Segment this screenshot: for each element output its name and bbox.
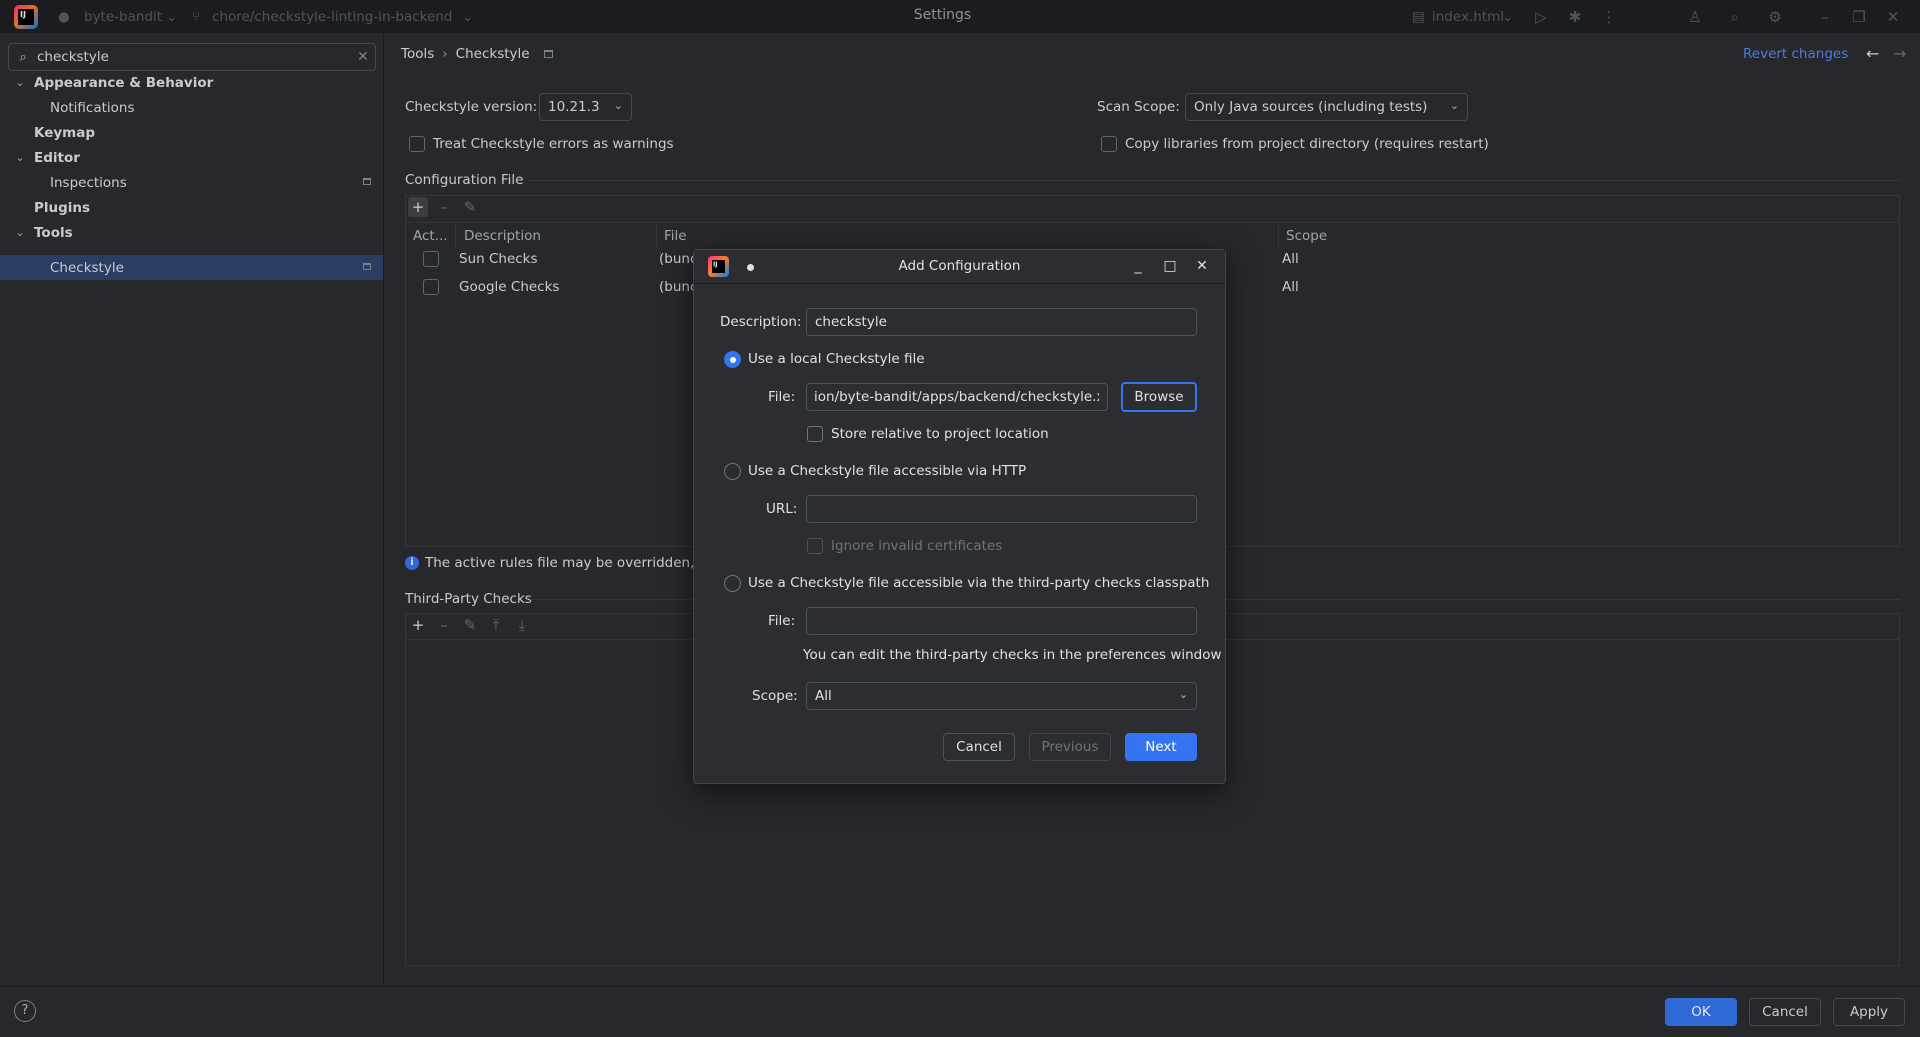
http-option-label: Use a Checkstyle file accessible via HTT… (748, 463, 1027, 479)
scope-value: All (815, 688, 832, 704)
local-file-label: File: (768, 389, 796, 405)
scope-label: Scope: (752, 688, 798, 704)
next-button[interactable]: Next (1125, 733, 1197, 761)
http-file-radio[interactable] (724, 463, 741, 480)
url-input[interactable] (806, 495, 1197, 523)
classpath-file-radio[interactable] (724, 575, 741, 592)
close-dialog-icon[interactable]: ✕ (1192, 256, 1212, 276)
local-file-radio[interactable] (724, 351, 741, 368)
scope-select[interactable]: All ⌄ (806, 682, 1197, 710)
chevron-down-icon: ⌄ (1178, 688, 1188, 701)
previous-button[interactable]: Previous (1029, 733, 1111, 761)
store-relative-label: Store relative to project location (831, 426, 1049, 442)
cancel-button[interactable]: Cancel (943, 733, 1015, 761)
description-input[interactable] (806, 308, 1197, 336)
url-label: URL: (766, 501, 798, 517)
ignore-certificates-label: Ignore invalid certificates (831, 538, 1003, 554)
dialog-title-bar: IJ Add Configuration _ □ ✕ (694, 250, 1225, 284)
classpath-option-label: Use a Checkstyle file accessible via the… (748, 575, 1210, 591)
description-label: Description: (720, 314, 802, 330)
store-relative-checkbox[interactable] (807, 426, 823, 442)
local-file-input[interactable] (806, 383, 1108, 411)
ignore-certificates-checkbox[interactable] (807, 538, 823, 554)
classpath-file-label: File: (768, 613, 796, 629)
classpath-hint-text: You can edit the third-party checks in t… (803, 647, 1222, 663)
local-file-option-label: Use a local Checkstyle file (748, 351, 925, 367)
browse-button[interactable]: Browse (1121, 382, 1197, 412)
maximize-dialog-icon[interactable]: □ (1160, 256, 1180, 276)
classpath-file-input[interactable] (806, 607, 1197, 635)
minimize-dialog-icon[interactable]: _ (1128, 256, 1148, 276)
add-configuration-dialog: IJ Add Configuration _ □ ✕ Description: … (693, 249, 1226, 784)
